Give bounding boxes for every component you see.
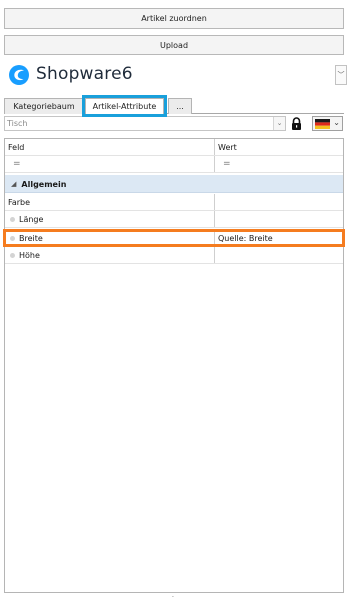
tab-more-label: ... [176,102,184,111]
status-dot-icon [10,216,15,222]
value-cell[interactable]: Quelle: Breite [215,230,343,246]
field-cell: Höhe [5,247,215,263]
upload-label: Upload [159,40,189,50]
group-label: ◢ Allgemein [11,175,66,193]
table-row[interactable]: Farbe [5,194,343,211]
search-dropdown-chevron-icon[interactable]: ⌄ [273,117,285,130]
status-dot-icon [10,235,15,241]
field-name-laenge: Länge [19,214,44,224]
field-cell: Länge [5,211,215,227]
tab-artikel-attribute[interactable]: Artikel-Attribute [82,95,167,117]
field-cell: Breite [5,230,215,246]
tab-kategoriebaum-label: Kategoriebaum [13,102,75,111]
group-title: Allgemein [21,179,67,189]
value-cell[interactable] [215,211,343,227]
shopware-logo-icon [9,65,29,85]
language-selector[interactable]: ⌄ [312,116,343,131]
table-row[interactable]: Höhe [5,247,343,264]
tab-more[interactable]: ... [168,98,192,114]
lock-icon[interactable] [291,117,302,130]
shop-name: Shopware6 [36,64,133,84]
value-cell[interactable] [215,194,343,210]
collapse-caret-icon[interactable]: ◢ [11,180,16,188]
field-cell: Farbe [5,194,215,210]
grid-header-row: Feld Wert [5,139,343,156]
filter-cell-feld[interactable]: = [5,156,215,172]
tab-bar: Kategoriebaum Artikel-Attribute ... [4,95,344,117]
field-name-hoehe: Höhe [19,250,40,260]
tab-artikel-attribute-label: Artikel-Attribute [92,102,157,111]
field-name-farbe: Farbe [8,197,31,207]
assign-article-button[interactable]: Artikel zuordnen [4,8,344,29]
value-breite: Quelle: Breite [218,233,273,243]
attribute-grid: Feld Wert = = ◢ Allgemein Farbe Länge Br… [4,138,344,593]
table-row[interactable]: Breite Quelle: Breite [5,230,343,247]
toolbar: Tisch ⌄ ⌄ [4,115,344,133]
column-header-feld[interactable]: Feld [5,139,215,155]
search-input-value: Tisch [7,119,28,128]
column-header-wert[interactable]: Wert [215,139,343,155]
field-name-breite: Breite [19,233,43,243]
column-header-wert-label: Wert [218,142,237,152]
shop-selector[interactable]: Shopware6 ﹀ [4,61,347,89]
table-row[interactable]: Länge [5,211,343,228]
column-header-feld-label: Feld [8,142,25,152]
german-flag-icon [315,119,330,129]
language-chevron-down-icon: ⌄ [333,118,340,127]
group-row-allgemein[interactable]: ◢ Allgemein [5,175,343,193]
value-cell[interactable] [215,247,343,263]
shop-dropdown-chevron-icon[interactable]: ﹀ [335,65,347,85]
filter-wert-symbol: = [223,159,231,169]
filter-cell-wert[interactable]: = [215,156,343,172]
upload-button[interactable]: Upload [4,35,344,55]
grid-filter-row: = = [5,156,343,173]
status-dot-icon [10,252,15,258]
filter-feld-symbol: = [13,159,21,169]
tab-kategoriebaum[interactable]: Kategoriebaum [4,98,84,114]
search-combobox[interactable]: Tisch ⌄ [4,116,286,131]
assign-article-label: Artikel zuordnen [141,14,207,23]
